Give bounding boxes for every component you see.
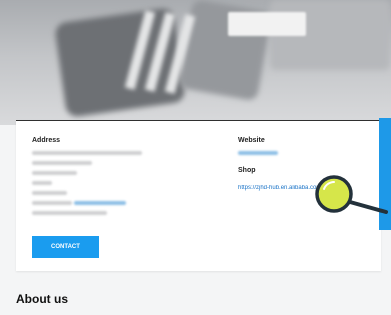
address-line <box>32 211 107 215</box>
brand-logo <box>228 12 306 36</box>
website-link[interactable] <box>238 151 278 155</box>
address-line <box>32 151 142 155</box>
address-line <box>32 161 92 165</box>
address-label: Address <box>32 137 61 144</box>
address-line <box>32 181 52 185</box>
about-us-heading: About us <box>16 292 68 306</box>
address-line <box>32 201 72 205</box>
email-link[interactable] <box>74 201 126 205</box>
website-label: Website <box>238 137 265 144</box>
shop-label: Shop <box>238 167 256 174</box>
magnifier-icon <box>315 175 388 214</box>
address-line <box>32 171 77 175</box>
hero-banner <box>0 0 391 125</box>
contact-button[interactable]: CONTACT <box>32 236 99 258</box>
address-line <box>32 191 67 195</box>
